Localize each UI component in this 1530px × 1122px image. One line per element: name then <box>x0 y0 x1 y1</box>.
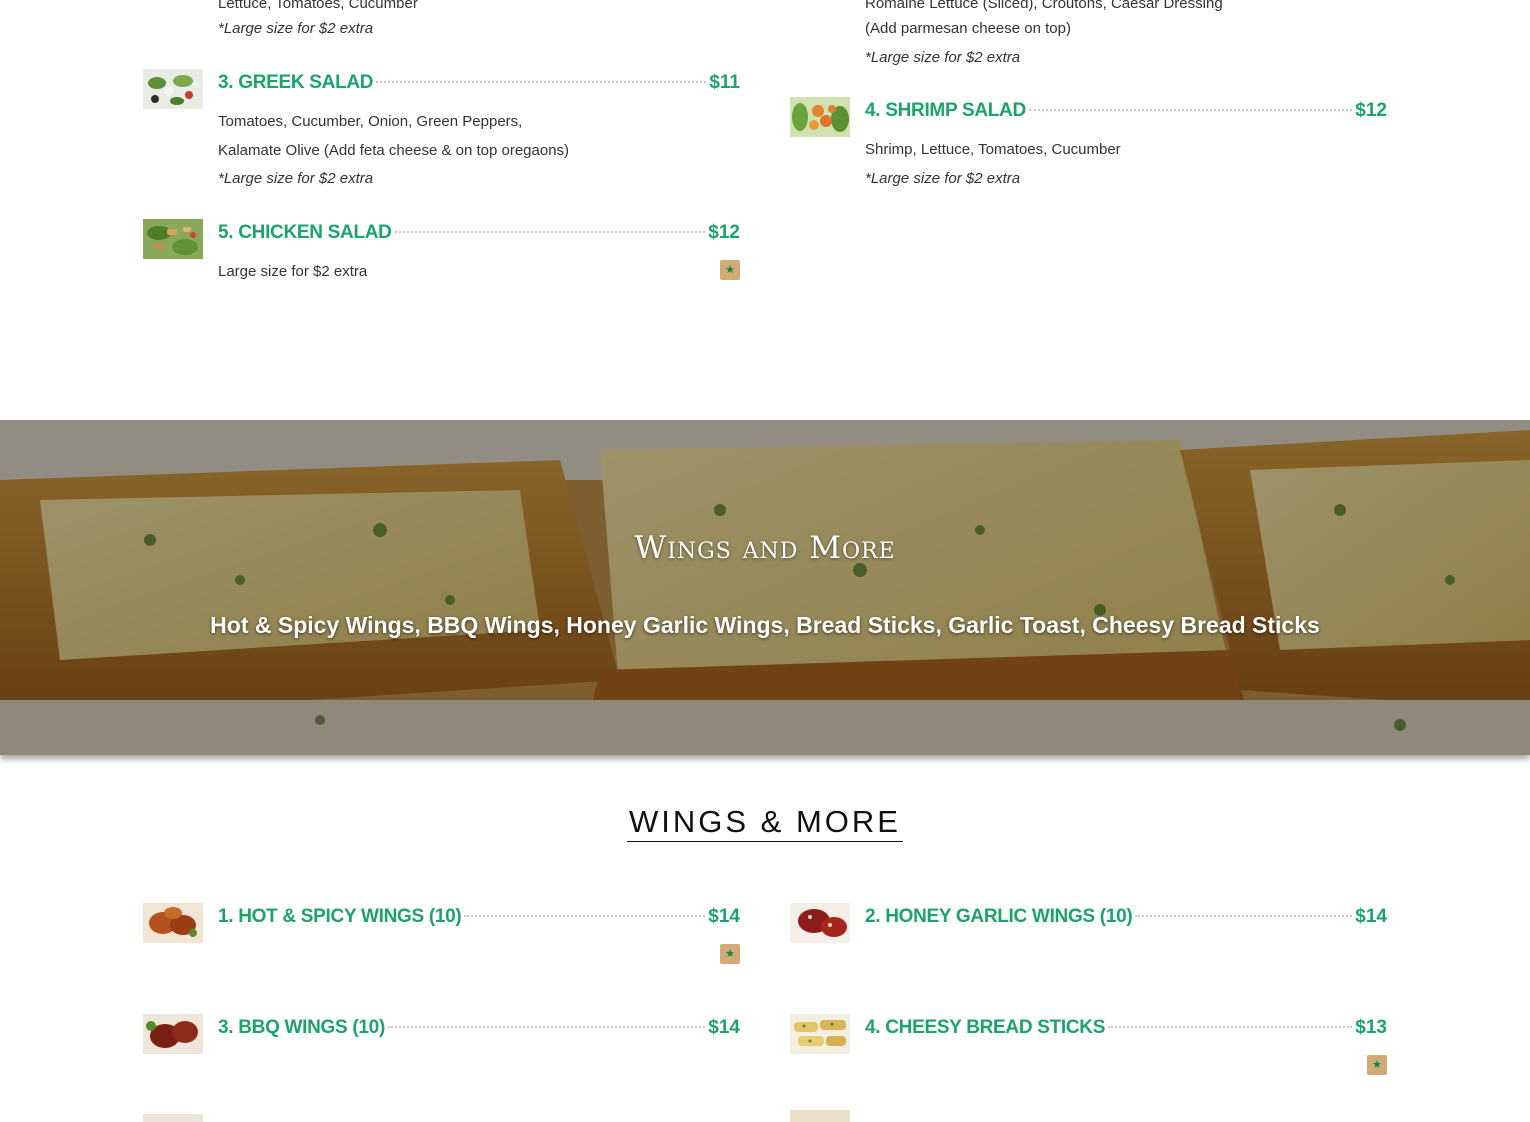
salad-item-caesar-partial: Romaine Lettuce (Sliced), Croutons, Caes… <box>790 0 1387 80</box>
star-icon: ★ <box>720 260 740 280</box>
dotted-leader <box>464 915 706 917</box>
wings-and-more-banner: Wings and More Hot & Spicy Wings, BBQ Wi… <box>0 420 1530 755</box>
item-price: $12 <box>708 222 740 243</box>
item-note: *Large size for $2 extra <box>218 170 374 187</box>
item-title[interactable]: 1. HOT & SPICY WINGS (10) <box>218 906 462 928</box>
item-price: $11 <box>709 72 740 93</box>
greek-salad-thumbnail[interactable] <box>143 69 203 109</box>
item-title-row: 3. BBQ WINGS (10) $14 <box>218 1017 740 1045</box>
dotted-leader <box>1028 109 1353 111</box>
item-description: (Add parmesan cheese on top) <box>865 20 1071 37</box>
menu-item-cheesy-bread-sticks[interactable]: 4. CHEESY BREAD STICKS $13 ★ <box>790 1014 1387 1114</box>
hot-spicy-wings-thumbnail[interactable] <box>143 903 203 943</box>
section-title: WINGS & MORE <box>627 803 903 842</box>
menu-item-hot-spicy-wings[interactable]: 1. HOT & SPICY WINGS (10) $14 ★ <box>143 903 740 1003</box>
menu-item-chicken-salad[interactable]: 5. CHICKEN SALAD $12 Large size for $2 e… <box>143 219 740 319</box>
item-description: Shrimp, Lettuce, Tomatoes, Cucumber <box>865 141 1121 158</box>
item-title[interactable]: 5. CHICKEN SALAD <box>218 222 392 244</box>
item-title-row: 3. GREEK SALAD $11 <box>218 72 740 100</box>
menu-item-greek-salad[interactable]: 3. GREEK SALAD $11 Tomatoes, Cucumber, O… <box>143 69 740 187</box>
item-note: *Large size for $2 extra <box>865 49 1021 66</box>
shrimp-salad-thumbnail[interactable] <box>790 97 850 137</box>
item-title-row: 2. HONEY GARLIC WINGS (10) $14 <box>865 906 1387 934</box>
cheesy-bread-sticks-thumbnail[interactable] <box>790 1014 850 1054</box>
dotted-leader <box>1108 1026 1353 1028</box>
dotted-leader <box>376 81 707 83</box>
next-item-thumbnail-partial <box>790 1110 850 1122</box>
salad-item-lettuce-partial: Lettuce, Tomatoes, Cucumber *Large size … <box>143 0 740 50</box>
item-title[interactable]: 2. HONEY GARLIC WINGS (10) <box>865 906 1133 928</box>
item-title[interactable]: 4. SHRIMP SALAD <box>865 100 1026 122</box>
item-title-row: 1. HOT & SPICY WINGS (10) $14 <box>218 906 740 934</box>
item-title-row: 5. CHICKEN SALAD $12 <box>218 222 740 250</box>
banner-title: Wings and More <box>634 530 896 566</box>
menu-item-bbq-wings[interactable]: 3. BBQ WINGS (10) $14 <box>143 1014 740 1114</box>
banner-subtitle: Hot & Spicy Wings, BBQ Wings, Honey Garl… <box>210 612 1320 638</box>
item-title[interactable]: 3. BBQ WINGS (10) <box>218 1017 385 1039</box>
menu-item-honey-garlic-wings[interactable]: 2. HONEY GARLIC WINGS (10) $14 <box>790 903 1387 1003</box>
chicken-salad-thumbnail[interactable] <box>143 219 203 259</box>
star-icon: ★ <box>720 944 740 964</box>
item-description: Large size for $2 extra <box>218 263 368 280</box>
next-item-thumbnail-partial <box>143 1114 203 1122</box>
item-note: *Large size for $2 extra <box>865 170 1021 187</box>
item-price: $14 <box>708 906 740 927</box>
dotted-leader <box>387 1026 706 1028</box>
item-title-row: 4. SHRIMP SALAD $12 <box>865 100 1387 128</box>
garlic-bread-background <box>0 420 1530 755</box>
item-price: $13 <box>1355 1017 1387 1038</box>
dotted-leader <box>1135 915 1353 917</box>
item-title[interactable]: 3. GREEK SALAD <box>218 72 374 94</box>
honey-garlic-wings-thumbnail[interactable] <box>790 903 850 943</box>
dotted-leader <box>394 231 706 233</box>
item-note: *Large size for $2 extra <box>218 20 374 37</box>
item-price: $14 <box>1355 906 1387 927</box>
item-description: Kalamate Olive (Add feta cheese & on top… <box>218 142 570 159</box>
section-heading: WINGS & MORE <box>0 803 1530 842</box>
item-title-row: 4. CHEESY BREAD STICKS $13 <box>865 1017 1387 1045</box>
item-price: $14 <box>708 1017 740 1038</box>
item-title[interactable]: 4. CHEESY BREAD STICKS <box>865 1017 1105 1039</box>
item-description: Tomatoes, Cucumber, Onion, Green Peppers… <box>218 113 523 130</box>
bbq-wings-thumbnail[interactable] <box>143 1014 203 1054</box>
item-price: $12 <box>1355 100 1387 121</box>
menu-item-shrimp-salad[interactable]: 4. SHRIMP SALAD $12 Shrimp, Lettuce, Tom… <box>790 97 1387 197</box>
star-icon: ★ <box>1367 1055 1387 1075</box>
